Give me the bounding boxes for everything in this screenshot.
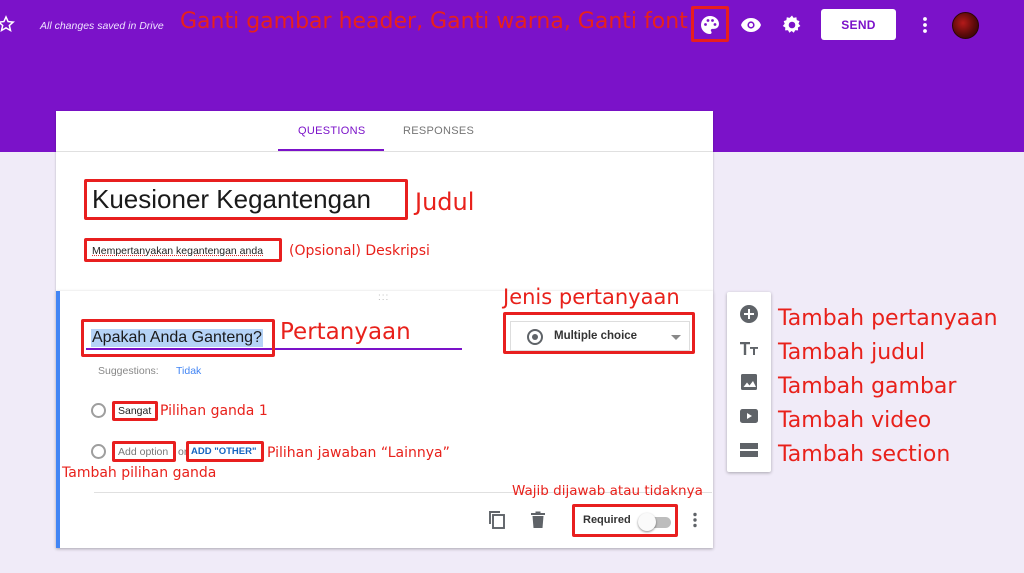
annotation-question-type: Jenis pertanyaan	[503, 285, 680, 309]
annotation-question: Pertanyaan	[280, 319, 411, 345]
tab-questions[interactable]: QUESTIONS	[298, 125, 366, 137]
annotation-required: Wajib dijawab atau tidaknya	[512, 483, 703, 499]
annotation-add-section: Tambah section	[778, 442, 951, 467]
annotation-add-title: Tambah judul	[778, 340, 926, 365]
annotation-option-1: Pilihan ganda 1	[160, 403, 268, 419]
annotation-box-option-1	[112, 401, 158, 421]
annotation-description: (Opsional) Deskripsi	[289, 243, 430, 259]
drag-handle-icon[interactable]: :::	[378, 293, 389, 303]
tab-responses[interactable]: RESPONSES	[403, 125, 474, 137]
annotation-box-add-other	[186, 441, 264, 462]
send-button[interactable]: SEND	[821, 9, 896, 40]
annotation-box-description	[84, 238, 282, 262]
more-vert-icon[interactable]	[913, 13, 937, 37]
duplicate-icon[interactable]	[485, 508, 509, 532]
annotation-add-option: Tambah pilihan ganda	[62, 465, 217, 481]
eye-icon[interactable]	[739, 13, 763, 37]
video-icon[interactable]	[737, 404, 761, 428]
annotation-box-required	[572, 504, 678, 537]
annotation-add-image: Tambah gambar	[778, 374, 957, 399]
side-toolbar	[727, 292, 771, 472]
annotation-box-add-option	[112, 441, 176, 462]
add-circle-icon[interactable]	[737, 302, 761, 326]
annotation-box-question	[81, 319, 275, 357]
annotation-box-title	[84, 179, 408, 220]
annotation-add-other: Pilihan jawaban “Lainnya”	[267, 445, 450, 461]
option-radio-icon	[91, 403, 106, 418]
star-icon[interactable]	[0, 14, 16, 34]
annotation-add-video: Tambah video	[778, 408, 932, 433]
annotation-box-question-type	[503, 312, 695, 354]
palette-icon[interactable]	[698, 13, 722, 37]
more-vert-icon[interactable]	[683, 508, 707, 532]
image-icon[interactable]	[737, 370, 761, 394]
saved-status: All changes saved in Drive	[40, 20, 164, 32]
section-icon[interactable]	[737, 438, 761, 462]
title-icon[interactable]	[737, 336, 761, 360]
active-tab-indicator	[278, 149, 384, 151]
annotation-add-question: Tambah pertanyaan	[778, 306, 998, 331]
tab-bar: QUESTIONS RESPONSES	[56, 111, 713, 152]
annotation-title: Judul	[415, 188, 475, 216]
avatar[interactable]	[952, 12, 979, 39]
add-option-radio-icon	[91, 444, 106, 459]
trash-icon[interactable]	[526, 508, 550, 532]
annotation-customize-theme: Ganti gambar header, Ganti warna, Ganti …	[180, 9, 688, 34]
suggestion-chip[interactable]: Tidak	[176, 365, 201, 377]
gear-icon[interactable]	[780, 13, 804, 37]
suggestions-label: Suggestions:	[98, 365, 159, 377]
